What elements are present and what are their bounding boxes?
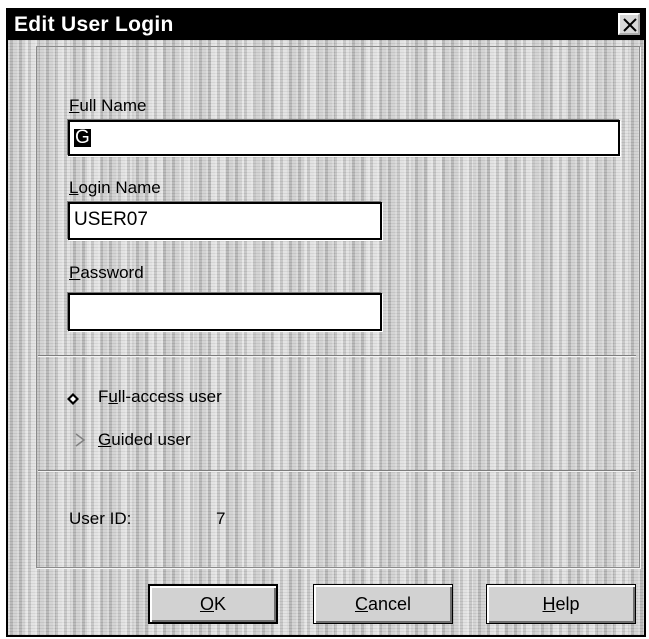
radio-unselected-icon [75,433,86,447]
guided-user-label: Guided user [98,430,191,449]
password-label: Password [69,263,144,282]
title-bar[interactable]: Edit User Login [8,10,644,40]
full-name-input[interactable]: G [68,120,620,156]
close-button[interactable] [618,13,640,35]
dialog-title: Edit User Login [14,13,174,36]
login-name-label: Login Name [69,178,161,197]
close-icon [623,18,637,32]
full-name-value: G [74,127,91,148]
edit-user-login-dialog: Edit User Login Full Name G Login Name U… [6,8,646,637]
help-button[interactable]: Help [486,584,636,624]
full-access-label: Full-access user [98,387,222,406]
cancel-button[interactable]: Cancel [313,584,453,624]
login-name-value: USER07 [74,209,148,230]
ok-button[interactable]: OK [148,584,278,624]
separator-top [38,355,636,357]
radio-selected-icon [67,393,79,405]
user-id-label: User ID: [69,509,132,528]
separator-bottom [38,470,636,472]
full-name-label: Full Name [69,96,147,115]
user-id-value: 7 [216,509,226,528]
login-name-input[interactable]: USER07 [68,202,382,240]
password-input[interactable] [68,293,382,331]
